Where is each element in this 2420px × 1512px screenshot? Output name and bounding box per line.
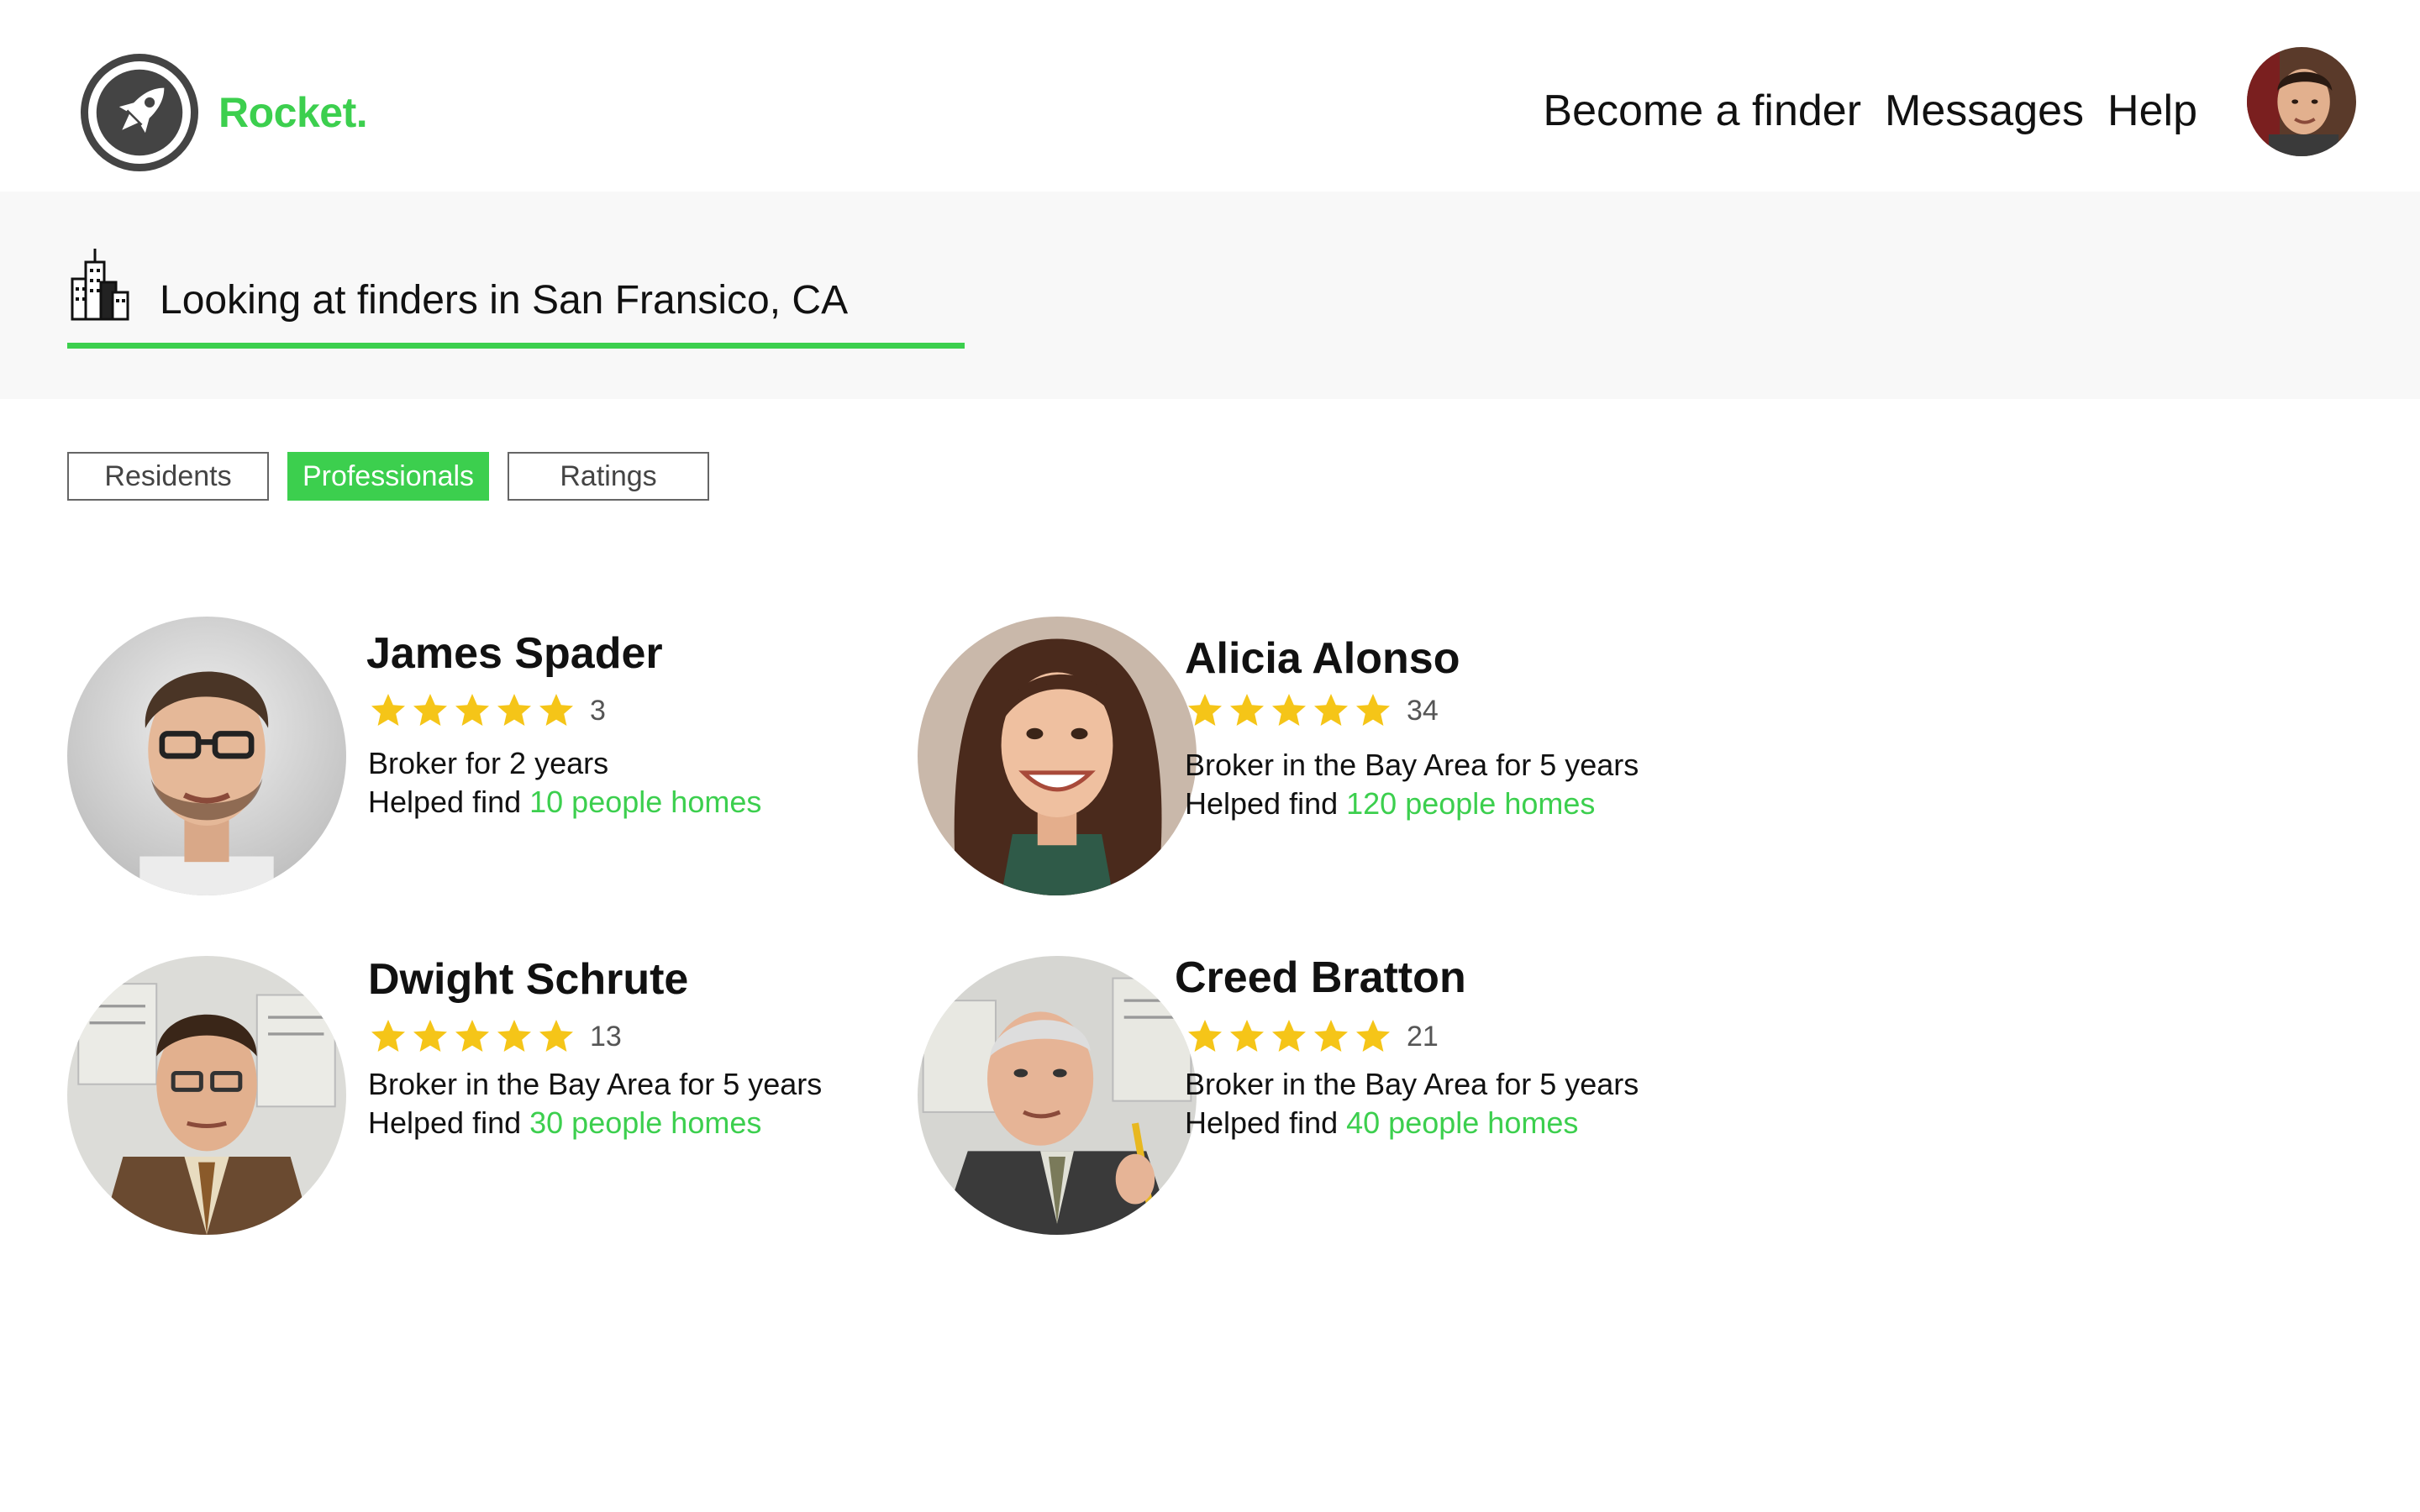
- location-bar: Looking at finders in San Fransico, CA: [0, 192, 2420, 399]
- star-rating: [368, 690, 576, 731]
- star-icon: [413, 1020, 447, 1052]
- finder-photo[interactable]: [67, 617, 346, 895]
- star-icon: [1356, 1020, 1390, 1052]
- star-icon: [1188, 694, 1222, 726]
- star-icon: [1356, 694, 1390, 726]
- star-rating: [1185, 690, 1393, 731]
- helped-link[interactable]: 40 people homes: [1346, 1105, 1578, 1140]
- top-nav: Become a finder Messages Help: [1543, 84, 2197, 138]
- helped-link[interactable]: 120 people homes: [1346, 786, 1595, 821]
- rocket-icon: [96, 69, 183, 156]
- star-icon: [1188, 1020, 1222, 1052]
- tab-residents[interactable]: Residents: [67, 452, 269, 501]
- rating-count: 3: [590, 694, 606, 727]
- finder-helped: Helped find 40 people homes: [1185, 1104, 1578, 1142]
- finder-photo[interactable]: [918, 617, 1197, 895]
- star-icon: [1230, 694, 1264, 726]
- star-icon: [539, 694, 573, 726]
- finder-name[interactable]: Dwight Schrute: [368, 953, 688, 1006]
- nav-become-finder[interactable]: Become a finder: [1543, 84, 1861, 138]
- rocket-logo[interactable]: [81, 54, 198, 171]
- helped-prefix: Helped find: [1185, 1105, 1347, 1140]
- nav-help[interactable]: Help: [2107, 84, 2197, 138]
- finder-card: Dwight Schrute 13 Broker in the Bay Area…: [67, 953, 908, 1242]
- rating: 3: [368, 687, 606, 734]
- rating: 13: [368, 1013, 622, 1060]
- star-rating: [1185, 1016, 1393, 1057]
- star-icon: [497, 1020, 531, 1052]
- star-icon: [371, 694, 405, 726]
- finder-name[interactable]: James Spader: [366, 627, 663, 680]
- finder-description: Broker in the Bay Area for 5 years: [1185, 1067, 1639, 1101]
- star-icon: [455, 1020, 489, 1052]
- tab-professionals[interactable]: Professionals: [287, 452, 489, 501]
- finder-helped: Helped find 30 people homes: [368, 1104, 761, 1142]
- star-rating: [368, 1016, 576, 1057]
- helped-link[interactable]: 10 people homes: [529, 785, 761, 819]
- finder-description: Broker for 2 years: [368, 746, 609, 780]
- star-icon: [1314, 694, 1348, 726]
- rating: 34: [1185, 687, 1439, 734]
- helped-prefix: Helped find: [368, 785, 530, 819]
- rating: 21: [1185, 1013, 1439, 1060]
- finder-description: Broker in the Bay Area for 5 years: [1185, 748, 1639, 782]
- top-header: Rocket. Become a finder Messages Help: [0, 0, 2420, 192]
- star-icon: [371, 1020, 405, 1052]
- star-icon: [455, 694, 489, 726]
- helped-link[interactable]: 30 people homes: [529, 1105, 761, 1140]
- finder-photo[interactable]: [67, 956, 346, 1235]
- rating-count: 34: [1407, 694, 1439, 727]
- star-icon: [1230, 1020, 1264, 1052]
- nav-messages[interactable]: Messages: [1885, 84, 2084, 138]
- finder-description: Broker in the Bay Area for 5 years: [368, 1067, 823, 1101]
- finder-card: Creed Bratton 21 Broker in the Bay Area …: [918, 953, 1758, 1242]
- finder-name[interactable]: Alicia Alonso: [1185, 632, 1460, 685]
- brand-name[interactable]: Rocket.: [218, 87, 368, 138]
- rating-count: 13: [590, 1020, 622, 1053]
- star-icon: [1272, 1020, 1306, 1052]
- star-icon: [1272, 694, 1306, 726]
- rating-count: 21: [1407, 1020, 1439, 1053]
- star-icon: [497, 694, 531, 726]
- helped-prefix: Helped find: [368, 1105, 530, 1140]
- star-icon: [1314, 1020, 1348, 1052]
- city-buildings-icon: [67, 245, 131, 323]
- user-avatar[interactable]: [2247, 47, 2356, 156]
- finder-card: James Spader 3 Broker for 2 years Helped…: [67, 617, 908, 902]
- helped-prefix: Helped find: [1185, 786, 1347, 821]
- finder-helped: Helped find 120 people homes: [1185, 785, 1595, 823]
- tab-ratings[interactable]: Ratings: [508, 452, 709, 501]
- finder-photo[interactable]: [918, 956, 1197, 1235]
- star-icon: [413, 694, 447, 726]
- location-underline: [67, 343, 965, 349]
- star-icon: [539, 1020, 573, 1052]
- location-search-text[interactable]: Looking at finders in San Fransico, CA: [160, 276, 848, 326]
- finder-name[interactable]: Creed Bratton: [1175, 951, 1466, 1005]
- finder-helped: Helped find 10 people homes: [368, 783, 761, 822]
- finder-card: Alicia Alonso 34 Broker in the Bay Area …: [918, 617, 1758, 902]
- filter-tabs: Residents Professionals Ratings: [67, 452, 709, 501]
